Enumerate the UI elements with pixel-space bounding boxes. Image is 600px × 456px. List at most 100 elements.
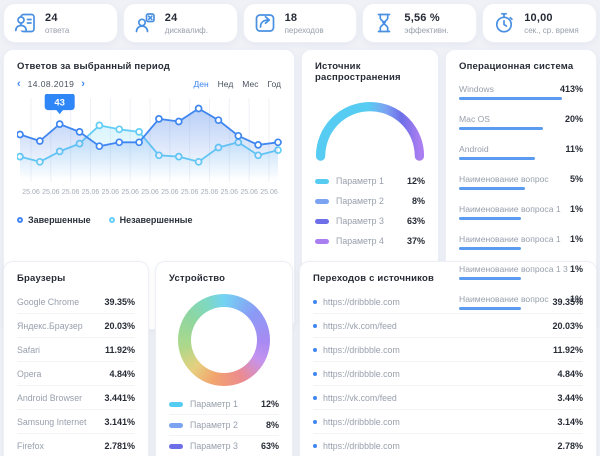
os-progress-bar (459, 97, 562, 100)
legend-row: Параметр 4 37% (315, 231, 425, 251)
list-row: https://dribbble.com 4.84% (313, 362, 583, 386)
operating-system-title: Операционная система (459, 61, 574, 72)
legend-ring-icon (17, 217, 23, 223)
svg-text:25.06: 25.06 (121, 189, 139, 196)
tab-нед[interactable]: Нед (218, 79, 234, 89)
legend-value: 8% (411, 196, 425, 206)
device-donut-chart (178, 294, 270, 386)
legend-value: 63% (406, 216, 425, 226)
legend-swatch-icon (315, 198, 329, 204)
row-value: 4.84% (109, 368, 135, 379)
date-display: 14.08.2019 (27, 79, 75, 89)
legend-label: Параметр 4 (336, 236, 384, 246)
dashboard-page: 24 ответа 24 дисквалиф. 18 переходов 5,56 %… (0, 0, 600, 456)
legend-label: Параметр 3 (190, 441, 238, 451)
legend-swatch-icon (315, 178, 329, 184)
os-row: Windows 413% (459, 78, 583, 108)
os-label: Наименование вопроса 1 3 (459, 264, 568, 274)
row-value: 20.03% (104, 320, 135, 331)
row-label[interactable]: https://dribbble.com (323, 441, 551, 451)
legend-value: 8% (265, 420, 279, 430)
row-value: 11.92% (552, 344, 583, 355)
timer-icon (492, 11, 516, 35)
row-value: 2.781% (104, 440, 135, 451)
row-label[interactable]: https://dribbble.com (323, 417, 551, 427)
svg-text:25.06: 25.06 (62, 189, 80, 196)
os-label: Наименование вопроса 1 (459, 234, 561, 244)
os-value: 413% (559, 84, 583, 94)
row-label[interactable]: https://dribbble.com (323, 369, 551, 379)
os-list: Windows 413% Mac OS 20% Android 11% Наименован… (459, 78, 583, 318)
answers-line-chart[interactable]: 25.06 25.06 25.06 25.06 25.06 25.06 25.06 25.06… (17, 94, 283, 212)
os-progress-bar (459, 247, 521, 250)
os-value: 11% (565, 144, 583, 154)
svg-text:25.06: 25.06 (201, 189, 219, 196)
row-value: 11.92% (104, 344, 135, 355)
stat-label: ответа (45, 25, 70, 35)
svg-text:25.06: 25.06 (141, 189, 159, 196)
row-label: Samsung Internet (17, 416, 87, 427)
legend-item-незавершенные[interactable]: Незавершенные (108, 215, 193, 225)
distribution-source-title: Источник распространения (315, 61, 401, 83)
legend-value: 12% (406, 176, 425, 186)
legend-label: Параметр 1 (190, 399, 238, 409)
legend-label: Параметр 2 (336, 196, 384, 206)
legend-item-завершенные[interactable]: Завершенные (17, 215, 91, 225)
svg-text:25.06: 25.06 (102, 189, 120, 196)
os-value: 1% (569, 294, 583, 304)
prev-date-button[interactable]: ‹ (17, 79, 21, 90)
svg-text:25.06: 25.06 (161, 189, 179, 196)
legend-row: Параметр 1 12% (169, 394, 279, 415)
device-legend: Параметр 112%Параметр 28%Параметр 363%Па… (169, 394, 279, 456)
legend-label: Незавершенные (119, 215, 193, 225)
os-value: 20% (564, 114, 583, 124)
legend-value: 37% (406, 236, 425, 246)
bullet-icon (313, 371, 317, 376)
bullet-icon (313, 419, 317, 424)
list-row: Android Browser 3.441% (17, 386, 135, 410)
tab-мес[interactable]: Мес (242, 79, 258, 89)
row-value: 3.141% (104, 416, 135, 427)
os-value: 1% (569, 264, 583, 274)
browsers-card: Браузеры Google Chrome 39.35% Яндекс.Брауз… (3, 261, 149, 456)
list-row: Google Chrome 39.35% (17, 290, 135, 314)
row-value: 20.03% (552, 320, 583, 331)
donut-wrap (169, 294, 279, 386)
row-label[interactable]: https://vk.com/feed (323, 393, 551, 403)
operating-system-card: Операционная система Windows 413% Mac OS 20… (445, 49, 597, 330)
gauge-wrap (315, 97, 425, 161)
stat-value: 24 (164, 11, 178, 24)
tab-ден[interactable]: Ден (193, 79, 208, 89)
next-date-button[interactable]: › (81, 79, 85, 90)
row-value: 3.44% (557, 392, 583, 403)
stat-card-переходов: 18 переходов (242, 3, 358, 43)
stat-value: 10,00 (524, 11, 553, 24)
answers-icon (13, 11, 37, 35)
row-value: 3.14% (557, 416, 583, 427)
stats-row: 24 ответа 24 дисквалиф. 18 переходов 5,56 %… (3, 3, 597, 43)
tab-год[interactable]: Год (267, 79, 281, 89)
browsers-title: Браузеры (17, 273, 66, 284)
list-row: Яндекс.Браузер 20.03% (17, 314, 135, 338)
legend-row: Параметр 2 8% (169, 415, 279, 436)
stat-card-ответа: 24 ответа (3, 3, 118, 43)
legend-swatch-icon (315, 218, 329, 224)
browsers-list: Google Chrome 39.35% Яндекс.Браузер 20.03% S… (17, 290, 135, 456)
device-card: Устройство Параметр 1 12% Параметр 2 8% Пара… (155, 261, 293, 456)
svg-text:25.06: 25.06 (181, 189, 199, 196)
legend-value: 12% (260, 399, 279, 409)
row-label[interactable]: https://dribbble.com (323, 345, 547, 355)
list-row: Opera 4.84% (17, 362, 135, 386)
stat-card-дисквалиф-: 24 дисквалиф. (122, 3, 238, 43)
os-progress-bar (459, 217, 521, 220)
row-value: 2.78% (557, 440, 583, 451)
legend-swatch-icon (169, 422, 183, 428)
svg-text:25.06: 25.06 (22, 189, 40, 196)
svg-text:25.06: 25.06 (221, 189, 239, 196)
legend-row: Параметр 3 63% (315, 211, 425, 231)
row-label[interactable]: https://vk.com/feed (323, 321, 546, 331)
transitions-icon (253, 11, 277, 35)
os-row: Наименование вопроса 1 1% (459, 198, 583, 228)
os-row: Наименование вопрос 1% (459, 288, 583, 318)
bullet-icon (313, 323, 317, 328)
